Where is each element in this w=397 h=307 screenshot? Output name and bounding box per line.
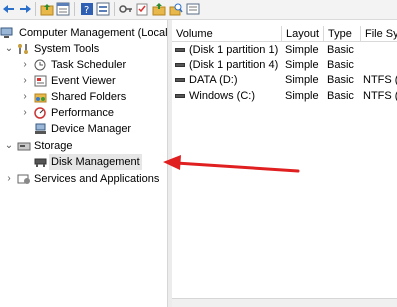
volume-list: Volume Layout Type File Sys (Disk 1 part… — [172, 20, 397, 307]
check-icon[interactable] — [135, 2, 149, 16]
tree-label: Event Viewer — [51, 75, 116, 87]
toolbar-separator — [114, 2, 115, 16]
cell-file-system: NTFS (B — [363, 74, 397, 86]
toolbar: ? — [0, 0, 397, 20]
performance-icon — [34, 107, 47, 119]
cell-layout: Simple — [285, 44, 319, 56]
back-icon[interactable] — [2, 2, 16, 16]
tree-label: Storage — [34, 140, 73, 152]
svg-text:?: ? — [84, 5, 89, 16]
header-label: Type — [328, 28, 352, 40]
services-applications-icon — [17, 173, 30, 185]
properties-icon[interactable] — [56, 2, 70, 16]
column-header-file-system[interactable]: File Sys — [361, 26, 397, 42]
volume-icon — [175, 94, 185, 98]
disk-management-icon — [34, 156, 47, 168]
device-manager-icon — [34, 123, 47, 135]
column-header-layout[interactable]: Layout — [282, 26, 324, 42]
cell-type: Basic — [327, 74, 354, 86]
cell-file-system: NTFS (B — [363, 90, 397, 102]
cell-layout: Simple — [285, 74, 319, 86]
list-icon[interactable] — [186, 2, 200, 16]
up-folder-icon[interactable] — [40, 2, 54, 16]
tree-label: Services and Applications — [34, 173, 160, 185]
system-tools-icon — [17, 43, 30, 55]
tree-label: Shared Folders — [51, 91, 127, 103]
tree-label: Performance — [51, 107, 114, 119]
computer-management-icon — [0, 27, 13, 39]
cell-volume: Windows (C:) — [189, 90, 256, 102]
tree-label: Device Manager — [51, 123, 132, 135]
header-label: Layout — [286, 28, 320, 40]
cell-layout: Simple — [285, 90, 319, 102]
horizontal-scrollbar[interactable] — [172, 298, 397, 307]
volume-icon — [175, 78, 185, 82]
task-scheduler-icon — [34, 59, 47, 71]
chevron-right-icon[interactable]: › — [20, 105, 30, 121]
volume-icon — [175, 63, 185, 67]
toolbar-separator — [35, 2, 36, 16]
chevron-down-icon[interactable]: ⌄ — [4, 41, 14, 57]
toolbar-separator — [74, 2, 75, 16]
volume-icon — [175, 48, 185, 52]
tree-label: Disk Management — [49, 154, 142, 170]
tree-label: Computer Management (Local — [19, 27, 167, 39]
column-header-volume[interactable]: Volume — [172, 26, 282, 42]
chevron-right-icon[interactable]: › — [20, 73, 30, 89]
tree-label: System Tools — [34, 43, 100, 55]
chevron-right-icon[interactable]: › — [20, 89, 30, 105]
table-row[interactable]: (Disk 1 partition 1) Simple Basic — [172, 43, 397, 58]
header-label: Volume — [176, 28, 213, 40]
cell-type: Basic — [327, 90, 354, 102]
column-header-type[interactable]: Type — [324, 26, 361, 42]
table-row[interactable]: DATA (D:) Simple Basic NTFS (B — [172, 73, 397, 88]
console-tree: Computer Management (Local ⌄ System Tool… — [0, 20, 167, 307]
table-row[interactable]: (Disk 1 partition 4) Simple Basic — [172, 58, 397, 73]
cell-volume: (Disk 1 partition 4) — [189, 59, 279, 71]
cell-volume: DATA (D:) — [189, 74, 238, 86]
view-icon[interactable] — [96, 2, 110, 16]
folder-up-icon[interactable] — [152, 2, 166, 16]
header-label: File Sys — [365, 28, 397, 40]
tree-label: Task Scheduler — [51, 59, 127, 71]
cell-type: Basic — [327, 44, 354, 56]
chevron-right-icon[interactable]: › — [20, 57, 30, 73]
shared-folders-icon — [34, 91, 47, 103]
search-folder-icon[interactable] — [169, 2, 183, 16]
chevron-down-icon[interactable]: ⌄ — [4, 138, 14, 154]
cell-volume: (Disk 1 partition 1) — [189, 44, 279, 56]
cell-type: Basic — [327, 59, 354, 71]
table-row[interactable]: Windows (C:) Simple Basic NTFS (B — [172, 89, 397, 104]
cell-layout: Simple — [285, 59, 319, 71]
key-icon[interactable] — [119, 2, 133, 16]
chevron-right-icon[interactable]: › — [4, 171, 14, 187]
forward-icon[interactable] — [18, 2, 32, 16]
storage-icon — [17, 140, 31, 152]
event-viewer-icon — [34, 75, 47, 87]
help-icon[interactable]: ? — [80, 2, 94, 16]
